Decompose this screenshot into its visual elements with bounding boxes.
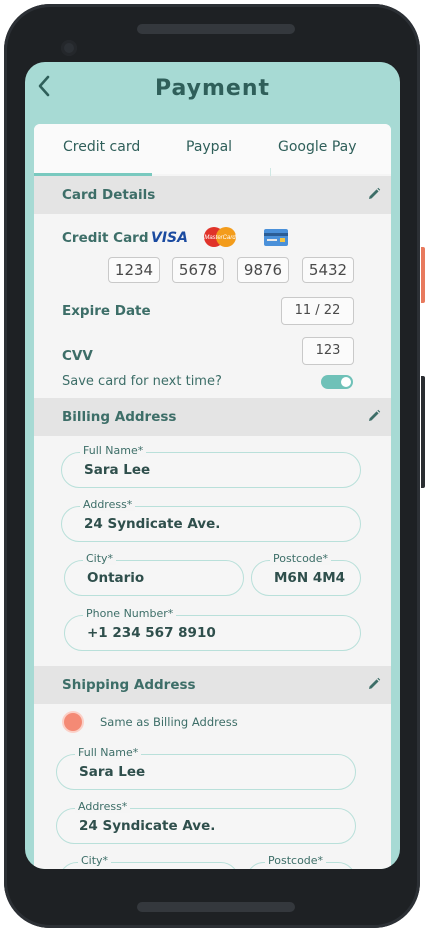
shipping-city-field[interactable]: City* xyxy=(59,854,239,869)
screen: Payment Credit card Paypal Google Pay Ca… xyxy=(25,62,400,869)
field-value: Sara Lee xyxy=(84,462,151,478)
tab-bar: Credit card Paypal Google Pay xyxy=(34,124,391,176)
expire-date-field[interactable]: 11 / 22 xyxy=(281,297,354,325)
credit-card-icon xyxy=(264,229,288,246)
billing-address-header: Billing Address xyxy=(34,398,391,436)
field-label: Postcode* xyxy=(270,552,332,565)
section-title: Card Details xyxy=(62,187,156,203)
tab-google-pay[interactable]: Google Pay xyxy=(278,139,357,155)
field-value: M6N 4M4 xyxy=(274,570,346,586)
expire-date-label: Expire Date xyxy=(62,303,151,319)
same-as-billing-radio[interactable] xyxy=(64,713,82,731)
payment-card: Credit card Paypal Google Pay Card Detai… xyxy=(34,124,391,869)
field-label: Address* xyxy=(75,800,131,813)
billing-phone-field[interactable]: Phone Number* +1 234 567 8910 xyxy=(64,607,361,651)
cvv-label: CVV xyxy=(62,348,93,364)
page-title: Payment xyxy=(154,76,271,101)
card-details-header: Card Details xyxy=(34,176,391,214)
tab-divider xyxy=(270,168,271,176)
mastercard-logo: MasterCard xyxy=(204,227,236,247)
shipping-full-name-field[interactable]: Full Name* Sara Lee xyxy=(56,746,356,790)
cvv-field[interactable]: 123 xyxy=(302,337,354,365)
card-number-field-1[interactable]: 1234 xyxy=(108,257,160,283)
billing-city-field[interactable]: City* Ontario xyxy=(64,552,244,596)
tab-credit-card[interactable]: Credit card xyxy=(63,139,140,155)
shipping-postcode-field[interactable]: Postcode* xyxy=(246,854,356,869)
field-value: +1 234 567 8910 xyxy=(87,625,216,641)
billing-address-field[interactable]: Address* 24 Syndicate Ave. xyxy=(61,498,361,542)
tab-paypal[interactable]: Paypal xyxy=(186,139,232,155)
credit-card-label: Credit Card xyxy=(62,230,149,246)
field-label: Full Name* xyxy=(80,444,147,457)
same-as-billing-label: Same as Billing Address xyxy=(100,715,238,729)
field-value: 24 Syndicate Ave. xyxy=(79,818,216,834)
bottom-bar xyxy=(137,902,295,912)
card-number-field-3[interactable]: 9876 xyxy=(237,257,289,283)
camera xyxy=(61,40,77,56)
pencil-icon[interactable] xyxy=(367,677,381,691)
speaker xyxy=(137,24,295,34)
field-label: City* xyxy=(78,854,112,867)
pencil-icon[interactable] xyxy=(367,409,381,423)
field-label: City* xyxy=(83,552,117,565)
shipping-address-field[interactable]: Address* 24 Syndicate Ave. xyxy=(56,800,356,844)
visa-logo: VISA xyxy=(151,230,188,246)
billing-full-name-field[interactable]: Full Name* Sara Lee xyxy=(61,444,361,488)
card-number-field-4[interactable]: 5432 xyxy=(302,257,354,283)
svg-text:MasterCard: MasterCard xyxy=(204,235,236,241)
field-label: Address* xyxy=(80,498,136,511)
pencil-icon[interactable] xyxy=(367,187,381,201)
section-title: Shipping Address xyxy=(62,677,196,693)
field-label: Full Name* xyxy=(75,746,142,759)
billing-postcode-field[interactable]: Postcode* M6N 4M4 xyxy=(251,552,361,596)
field-value: 24 Syndicate Ave. xyxy=(84,516,221,532)
volume-button xyxy=(421,247,425,303)
save-card-label: Save card for next time? xyxy=(62,374,222,389)
save-card-toggle[interactable] xyxy=(321,375,353,389)
card-number-field-2[interactable]: 5678 xyxy=(172,257,224,283)
field-value: Ontario xyxy=(87,570,145,586)
field-value: Sara Lee xyxy=(79,764,146,780)
field-label: Phone Number* xyxy=(83,607,177,620)
section-title: Billing Address xyxy=(62,409,177,425)
power-button xyxy=(421,376,425,488)
shipping-address-header: Shipping Address xyxy=(34,666,391,704)
field-label: Postcode* xyxy=(265,854,327,867)
